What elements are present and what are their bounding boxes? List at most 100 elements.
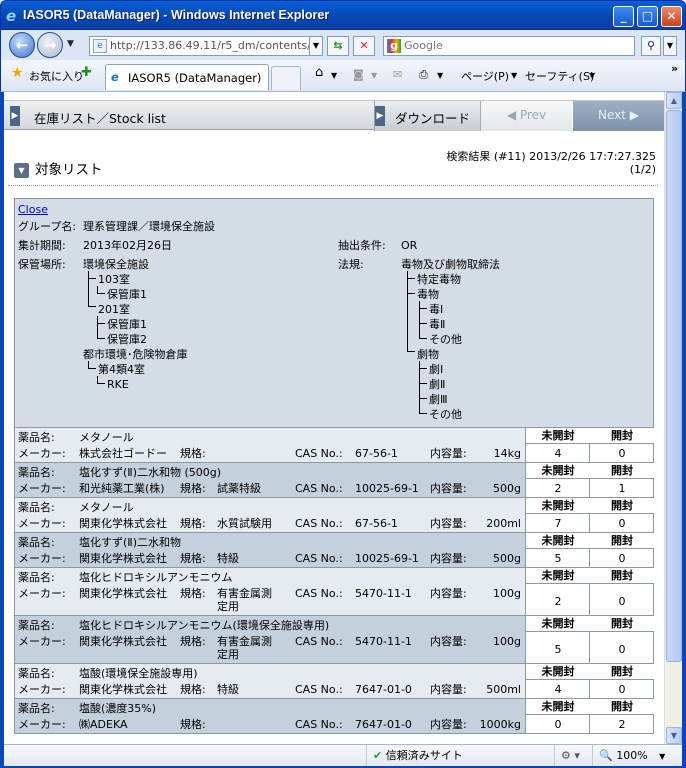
prev-button[interactable]: ◀ Prev <box>480 101 572 131</box>
unopened-header: 未開封 <box>526 428 590 444</box>
address-dropdown-icon[interactable]: ▼ <box>309 36 323 56</box>
new-tab-button[interactable] <box>271 66 301 90</box>
opened-count: 0 <box>618 447 626 460</box>
download-label: ダウンロード <box>395 111 471 126</box>
feeds-icon[interactable]: ◙ <box>353 68 364 81</box>
spec-label: 規格: <box>180 447 206 460</box>
unopened-header: 未開封 <box>526 463 590 479</box>
maximize-button[interactable]: □ <box>637 6 658 27</box>
drug-name-link[interactable]: 塩酸(環境保全施設専用) <box>79 667 198 680</box>
page-menu-dropdown-icon[interactable]: ▼ <box>511 71 517 80</box>
item-row: 薬品名: メタノール メーカー: 株式会社ゴードー 規格: CAS No.: 67-56-1… <box>15 427 654 462</box>
trusted-site-label: 信頼済みサイト <box>385 749 463 762</box>
protected-mode-icon[interactable]: ⚙ ▾ <box>554 745 592 767</box>
drug-name-link[interactable]: 塩化ヒドロキシルアンモニウム(環境保全施設専用) <box>79 619 329 632</box>
cas-label: CAS No.: <box>295 447 343 460</box>
prev-arrow-icon: ◀ <box>506 108 517 122</box>
volume-value: 14kg <box>493 447 521 460</box>
law-poison-2: 毒Ⅱ <box>429 318 446 331</box>
zoom-control[interactable]: 🔍 100% ▼ <box>592 745 682 767</box>
opened-header: 開封 <box>590 699 654 715</box>
unopened-count: 7 <box>554 517 562 530</box>
home-dropdown-icon[interactable]: ▼ <box>331 71 337 80</box>
volume-label: 内容量: <box>430 517 467 530</box>
feeds-dropdown-icon[interactable]: ▼ <box>371 71 377 80</box>
maker-label: メーカー: <box>18 635 66 648</box>
download-button[interactable]: ▶ ダウンロード <box>374 101 480 131</box>
opened-header: 開封 <box>590 616 654 632</box>
opened-count: 0 <box>618 683 626 696</box>
scroll-up-icon[interactable]: ▲ <box>666 92 682 109</box>
opened-header: 開封 <box>590 498 654 514</box>
forward-button[interactable]: → <box>37 32 63 58</box>
page-menu[interactable]: ページ(P) <box>461 68 509 84</box>
cas-value: 67-56-1 <box>355 517 398 530</box>
mail-icon[interactable]: ✉ <box>393 68 402 81</box>
stop-icon[interactable]: ✕ <box>353 36 375 56</box>
search-input[interactable]: g Google <box>383 36 635 56</box>
volume-value: 100g <box>493 587 521 600</box>
unopened-count: 0 <box>554 718 562 731</box>
back-button[interactable]: ← <box>9 32 35 58</box>
print-icon[interactable]: ⎙ <box>419 68 428 82</box>
home-icon[interactable]: ⌂ <box>315 65 323 80</box>
law-special: 特定毒物 <box>417 273 461 286</box>
loc-room2: 201室 <box>98 303 130 316</box>
drug-name-link[interactable]: 塩化すず(Ⅱ)二水和物 <box>79 536 181 549</box>
unopened-count: 5 <box>554 552 562 565</box>
cas-label: CAS No.: <box>295 587 343 600</box>
maker-value: ㈱ADEKA <box>79 718 128 731</box>
safety-menu[interactable]: セーフティ(S) <box>525 68 594 84</box>
vertical-scrollbar[interactable]: ▲ ▼ <box>664 92 682 744</box>
volume-value: 500g <box>493 552 521 565</box>
close-window-button[interactable]: ✕ <box>661 6 682 27</box>
scroll-thumb[interactable] <box>666 110 682 662</box>
law-deleterious: 劇物 <box>417 348 439 361</box>
zone-indicator[interactable]: ✔ 信頼済みサイト <box>366 745 554 767</box>
minimize-button[interactable]: _ <box>613 6 634 27</box>
refresh-icon[interactable]: ⇆ <box>327 36 349 56</box>
favorites-button[interactable]: お気に入り <box>29 68 84 84</box>
opened-count: 0 <box>618 552 626 565</box>
spec-value-cont: 定用 <box>217 648 239 661</box>
group-label: グループ名: <box>18 220 77 233</box>
drug-name-link[interactable]: メタノール <box>79 431 134 444</box>
tree-line <box>97 316 105 324</box>
drug-name-link[interactable]: 塩化すず(Ⅱ)二水和物 (500g) <box>79 466 221 479</box>
collapse-toggle-icon[interactable]: ▼ <box>14 162 29 178</box>
toolbar-overflow-icon[interactable]: » <box>671 62 678 75</box>
opened-count: 2 <box>618 718 626 731</box>
tab-iasor5[interactable]: e IASOR5 (DataManager) <box>105 64 269 90</box>
cas-value: 7647-01-0 <box>355 718 412 731</box>
stock-counts: 未開封 開封 5 0 <box>525 616 654 663</box>
print-dropdown-icon[interactable]: ▼ <box>437 71 443 80</box>
item-row: 薬品名: 塩化ヒドロキシルアンモニウム(環境保全施設専用) メーカー: 関東化学株式会… <box>15 615 654 663</box>
drug-name-link[interactable]: メタノール <box>79 501 134 514</box>
address-input[interactable]: e http://133.86.49.11/r5_dm/contents/ir <box>89 36 311 56</box>
drug-name-label: 薬品名: <box>18 431 55 444</box>
search-options-icon[interactable]: ▼ <box>663 36 677 56</box>
unopened-count: 5 <box>554 643 562 656</box>
item-row: 薬品名: 塩化すず(Ⅱ)二水和物 (500g) メーカー: 和光純薬工業(株) 規格: 試… <box>15 462 654 497</box>
item-row: 薬品名: 塩酸(濃度35%) メーカー: ㈱ADEKA 規格: CAS No.: 7647-… <box>15 698 654 733</box>
drug-name-label: 薬品名: <box>18 702 55 715</box>
close-criteria-link[interactable]: Close <box>18 203 48 216</box>
page-nav-bar: ▶ 在庫リスト／Stock list ▶ ダウンロード ◀ Prev Next … <box>4 100 664 131</box>
volume-label: 内容量: <box>430 683 467 696</box>
scroll-down-icon[interactable]: ▼ <box>666 727 682 744</box>
next-button[interactable]: Next ▶ <box>572 101 664 131</box>
maker-value: 株式会社ゴードー <box>79 447 167 460</box>
safety-menu-dropdown-icon[interactable]: ▼ <box>589 71 595 80</box>
drug-name-link[interactable]: 塩酸(濃度35%) <box>79 702 156 715</box>
law-poison: 毒物 <box>417 288 439 301</box>
add-favorite-icon[interactable]: ✚ <box>81 65 92 80</box>
prev-label: Prev <box>519 108 547 122</box>
download-arrow-icon: ▶ <box>375 106 385 126</box>
search-icon[interactable]: ⚲ <box>641 36 661 56</box>
volume-value: 1000kg <box>479 718 521 731</box>
history-dropdown-icon[interactable]: ▼ <box>67 39 74 49</box>
search-criteria-panel: Close グループ名: 理系管理課／環境保全施設 集計期間: 2013年02月… <box>15 199 653 427</box>
drug-name-label: 薬品名: <box>18 667 55 680</box>
drug-name-link[interactable]: 塩化ヒドロキシルアンモニウム <box>79 571 233 584</box>
tree-line <box>419 301 427 309</box>
